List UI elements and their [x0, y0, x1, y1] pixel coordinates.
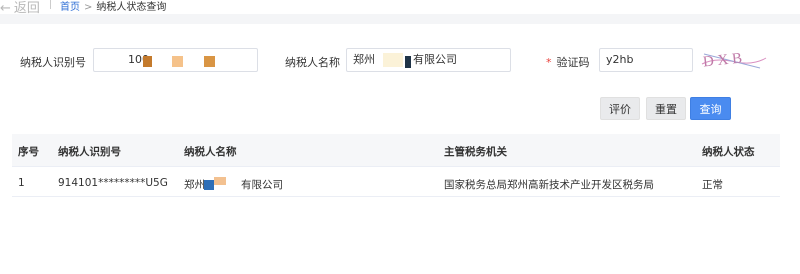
column-header-index: 序号	[18, 146, 39, 158]
table-row[interactable]: 1 914101*********U5G 郑州 有限公司 国家税务总局郑州高新技…	[12, 166, 780, 197]
results-table-header: 序号 纳税人识别号 纳税人名称 主管税务机关 纳税人状态	[12, 134, 780, 166]
captcha-value: y2hb	[606, 53, 634, 66]
redaction-mask	[204, 56, 215, 67]
redaction-mask	[405, 56, 411, 68]
back-button[interactable]: ← 返回	[0, 0, 40, 16]
captcha-image[interactable]: D X B	[700, 48, 768, 72]
row-taxpayer-id: 914101*********U5G	[58, 177, 168, 189]
query-panel: 纳税人识别号 100 纳税人名称 郑州 有限公司 * 验证码 y2hb D X B…	[0, 24, 800, 274]
breadcrumb-separator: >	[84, 2, 93, 13]
nav-divider	[50, 0, 51, 9]
redaction-mask	[143, 56, 152, 67]
taxpayer-id-input[interactable]: 100	[93, 48, 258, 72]
redaction-mask	[172, 56, 183, 67]
required-mark: *	[546, 56, 552, 69]
captcha-label-text: 验证码	[556, 56, 590, 69]
column-header-taxpayer-name: 纳税人名称	[184, 146, 237, 158]
evaluate-button[interactable]: 评价	[600, 97, 640, 120]
row-taxpayer-name-suffix: 有限公司	[241, 179, 283, 191]
taxpayer-name-prefix: 郑州	[353, 53, 375, 66]
taxpayer-name-label: 纳税人名称	[285, 56, 340, 69]
query-button[interactable]: 查询	[690, 97, 731, 120]
back-label: 返回	[13, 1, 40, 16]
breadcrumb-current: 纳税人状态查询	[96, 2, 167, 13]
taxpayer-name-input[interactable]: 郑州 有限公司	[346, 48, 511, 72]
captcha-input[interactable]: y2hb	[599, 48, 693, 72]
breadcrumb-home-link[interactable]: 首页	[60, 2, 80, 13]
back-arrow-icon: ←	[0, 1, 11, 16]
breadcrumb: 首页 > 纳税人状态查询	[60, 0, 166, 13]
row-taxpayer-name-prefix: 郑州	[184, 179, 205, 191]
column-header-status: 纳税人状态	[702, 146, 755, 158]
top-nav-bar: ← 返回 首页 > 纳税人状态查询	[0, 0, 800, 16]
redaction-mask	[383, 53, 403, 67]
column-header-taxpayer-id: 纳税人识别号	[58, 146, 121, 158]
column-header-tax-authority: 主管税务机关	[444, 146, 507, 158]
redaction-mask	[204, 180, 214, 190]
taxpayer-id-label: 纳税人识别号	[20, 56, 86, 69]
reset-button[interactable]: 重置	[646, 97, 686, 120]
row-index: 1	[18, 177, 25, 189]
taxpayer-name-suffix: 有限公司	[413, 53, 457, 66]
captcha-glyphs: D X B	[702, 50, 743, 70]
captcha-label: * 验证码	[546, 54, 590, 70]
row-status: 正常	[702, 179, 723, 191]
row-tax-authority: 国家税务总局郑州高新技术产业开发区税务局	[444, 179, 654, 191]
redaction-mask	[214, 177, 226, 185]
